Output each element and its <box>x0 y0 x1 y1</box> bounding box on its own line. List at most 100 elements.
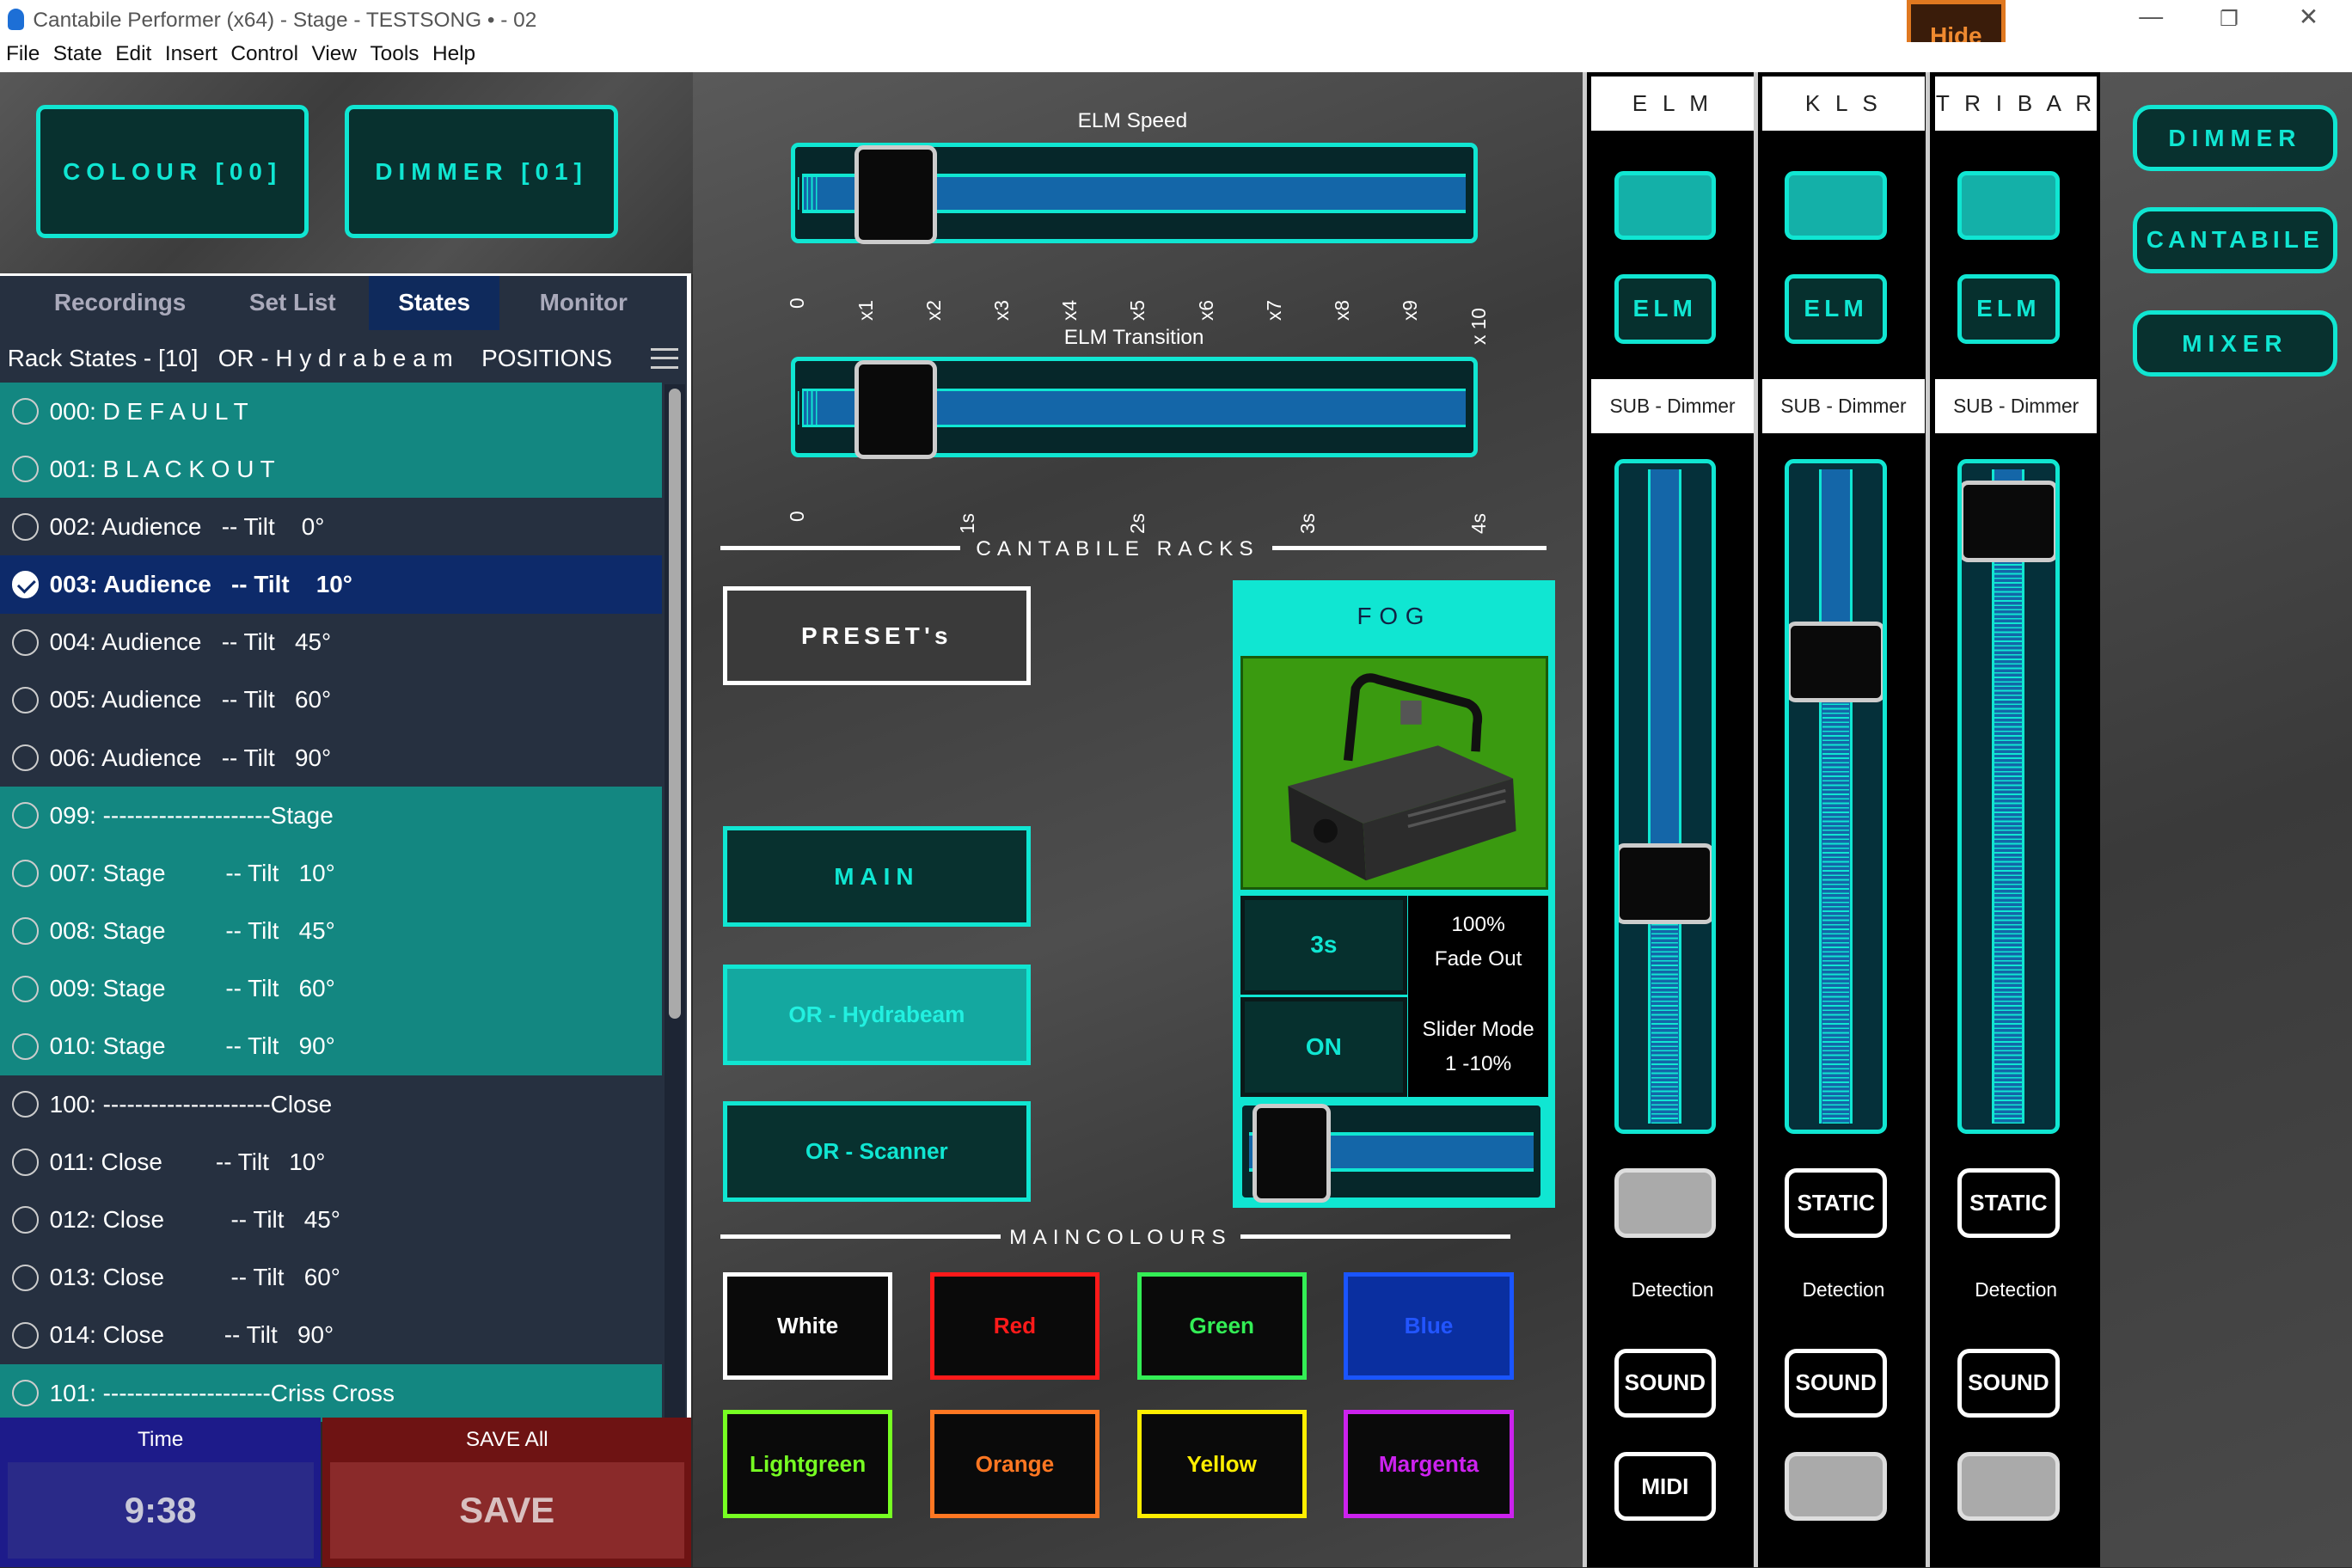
strip-toggle-button[interactable] <box>1614 1168 1717 1238</box>
strip-colour-button[interactable] <box>1957 170 2060 241</box>
colour-red-button[interactable]: Red <box>929 1271 1099 1381</box>
sound-button[interactable]: SOUND <box>1785 1348 1888 1418</box>
radio-icon[interactable] <box>11 628 40 656</box>
colour-orange-button[interactable]: Orange <box>929 1410 1099 1518</box>
tab-set-list[interactable]: Set List <box>225 276 360 330</box>
state-row[interactable]: 004: Audience -- Tilt 45° <box>0 613 662 671</box>
sound-button[interactable]: SOUND <box>1614 1348 1717 1418</box>
menu-insert[interactable]: Insert <box>165 42 217 66</box>
hamburger-menu-icon[interactable] <box>651 347 678 370</box>
state-row[interactable]: 003: Audience -- Tilt 10° <box>0 555 662 614</box>
elm-speed-slider[interactable] <box>790 142 1478 245</box>
colour-green-button[interactable]: Green <box>1136 1271 1307 1381</box>
dimmer-nav-button[interactable]: DIMMER <box>2133 105 2337 171</box>
state-row[interactable]: 009: Stage -- Tilt 60° <box>0 959 662 1018</box>
restore-button[interactable]: ❐ <box>2199 6 2259 32</box>
tab-recordings[interactable]: Recordings <box>30 276 210 330</box>
strip-level-slider[interactable] <box>1957 458 2060 1135</box>
strip-level-slider[interactable] <box>1614 458 1717 1135</box>
radio-icon[interactable] <box>11 802 40 830</box>
state-row[interactable]: 000: D E F A U L T <box>0 382 662 441</box>
radio-icon[interactable] <box>11 1321 40 1350</box>
menu-control[interactable]: Control <box>230 42 298 66</box>
strip-sub-dimmer[interactable]: SUB - Dimmer <box>1934 379 2098 434</box>
radio-icon[interactable] <box>11 397 40 426</box>
menu-state[interactable]: State <box>53 42 102 66</box>
state-row[interactable]: 006: Audience -- Tilt 90° <box>0 729 662 787</box>
menu-file[interactable]: File <box>6 42 40 66</box>
hydrabeam-button[interactable]: OR - Hydrabeam <box>723 964 1031 1065</box>
state-row[interactable]: 008: Stage -- Tilt 45° <box>0 902 662 960</box>
fog-slider[interactable] <box>1237 1100 1546 1204</box>
strip-toggle-button[interactable] <box>1957 1452 2060 1522</box>
strip-level-slider[interactable] <box>1785 458 1888 1135</box>
strip-colour-button[interactable] <box>1785 170 1888 241</box>
strip-level-knob[interactable] <box>1618 843 1712 925</box>
strip-elm-button[interactable]: ELM <box>1957 274 2060 344</box>
dimmer-button[interactable]: DIMMER [01] <box>345 105 618 239</box>
strip-elm-button[interactable]: ELM <box>1785 274 1888 344</box>
state-row[interactable]: 099: ---------------------Stage <box>0 787 662 845</box>
elm-speed-knob[interactable] <box>854 145 937 245</box>
midi-button[interactable]: MIDI <box>1614 1452 1717 1522</box>
main-button[interactable]: MAIN <box>723 826 1031 928</box>
tab-monitor[interactable]: Monitor <box>510 276 657 330</box>
strip-sub-dimmer[interactable]: SUB - Dimmer <box>1762 379 1925 434</box>
radio-icon[interactable] <box>11 975 40 1003</box>
radio-icon[interactable] <box>11 1264 40 1291</box>
radio-icon[interactable] <box>11 513 40 541</box>
menu-edit[interactable]: Edit <box>115 42 151 66</box>
strip-colour-button[interactable] <box>1614 170 1717 241</box>
elm-transition-knob[interactable] <box>854 359 937 459</box>
strip-elm-button[interactable]: ELM <box>1614 274 1717 344</box>
state-row[interactable]: 013: Close -- Tilt 60° <box>0 1248 662 1307</box>
strip-level-knob[interactable] <box>1962 481 2055 562</box>
menu-help[interactable]: Help <box>432 42 475 66</box>
fog-slider-knob[interactable] <box>1253 1104 1332 1204</box>
mixer-nav-button[interactable]: MIXER <box>2133 310 2337 377</box>
fog-on-button[interactable]: ON <box>1240 997 1407 1097</box>
checked-radio-icon[interactable] <box>11 571 40 598</box>
radio-icon[interactable] <box>11 1032 40 1061</box>
radio-icon[interactable] <box>11 744 40 772</box>
strip-sub-dimmer[interactable]: SUB - Dimmer <box>1591 379 1754 434</box>
colour-lightgreen-button[interactable]: Lightgreen <box>723 1410 893 1518</box>
radio-icon[interactable] <box>11 917 40 945</box>
tab-states[interactable]: States <box>369 276 500 330</box>
cantabile-nav-button[interactable]: CANTABILE <box>2133 206 2337 273</box>
colour-yellow-button[interactable]: Yellow <box>1136 1410 1307 1518</box>
radio-icon[interactable] <box>11 456 40 483</box>
static-button[interactable]: STATIC <box>1957 1168 2060 1238</box>
state-row[interactable]: 002: Audience -- Tilt 0° <box>0 498 662 556</box>
static-button[interactable]: STATIC <box>1785 1168 1888 1238</box>
colour-blue-button[interactable]: Blue <box>1344 1271 1514 1381</box>
radio-icon[interactable] <box>11 860 40 887</box>
state-row[interactable]: 014: Close -- Tilt 90° <box>0 1306 662 1364</box>
fog-time-button[interactable]: 3s <box>1240 895 1407 995</box>
colour-margenta-button[interactable]: Margenta <box>1344 1410 1514 1518</box>
colour-white-button[interactable]: White <box>723 1271 893 1381</box>
state-row[interactable]: 012: Close -- Tilt 45° <box>0 1191 662 1249</box>
close-button[interactable]: ✕ <box>2279 3 2339 31</box>
strip-level-knob[interactable] <box>1789 621 1883 702</box>
scanner-button[interactable]: OR - Scanner <box>723 1100 1031 1202</box>
scrollbar-thumb[interactable] <box>669 388 682 1019</box>
radio-icon[interactable] <box>11 1206 40 1234</box>
state-row[interactable]: 007: Stage -- Tilt 10° <box>0 844 662 903</box>
state-row[interactable]: 101: ---------------------Criss Cross <box>0 1363 662 1423</box>
radio-icon[interactable] <box>11 1379 40 1407</box>
colour-button[interactable]: COLOUR [00] <box>35 105 309 239</box>
state-row[interactable]: 005: Audience -- Tilt 60° <box>0 671 662 729</box>
state-row[interactable]: 010: Stage -- Tilt 90° <box>0 1017 662 1076</box>
menu-view[interactable]: View <box>312 42 357 66</box>
radio-icon[interactable] <box>11 686 40 714</box>
menu-tools[interactable]: Tools <box>370 42 419 66</box>
state-row[interactable]: 001: B L A C K O U T <box>0 440 662 499</box>
state-list-scrollbar[interactable] <box>664 383 686 1418</box>
minimize-button[interactable]: — <box>2121 3 2181 30</box>
strip-toggle-button[interactable] <box>1785 1452 1888 1522</box>
state-row[interactable]: 011: Close -- Tilt 10° <box>0 1133 662 1191</box>
radio-icon[interactable] <box>11 1090 40 1118</box>
save-button[interactable]: SAVE <box>329 1462 684 1559</box>
elm-transition-slider[interactable] <box>790 357 1478 459</box>
